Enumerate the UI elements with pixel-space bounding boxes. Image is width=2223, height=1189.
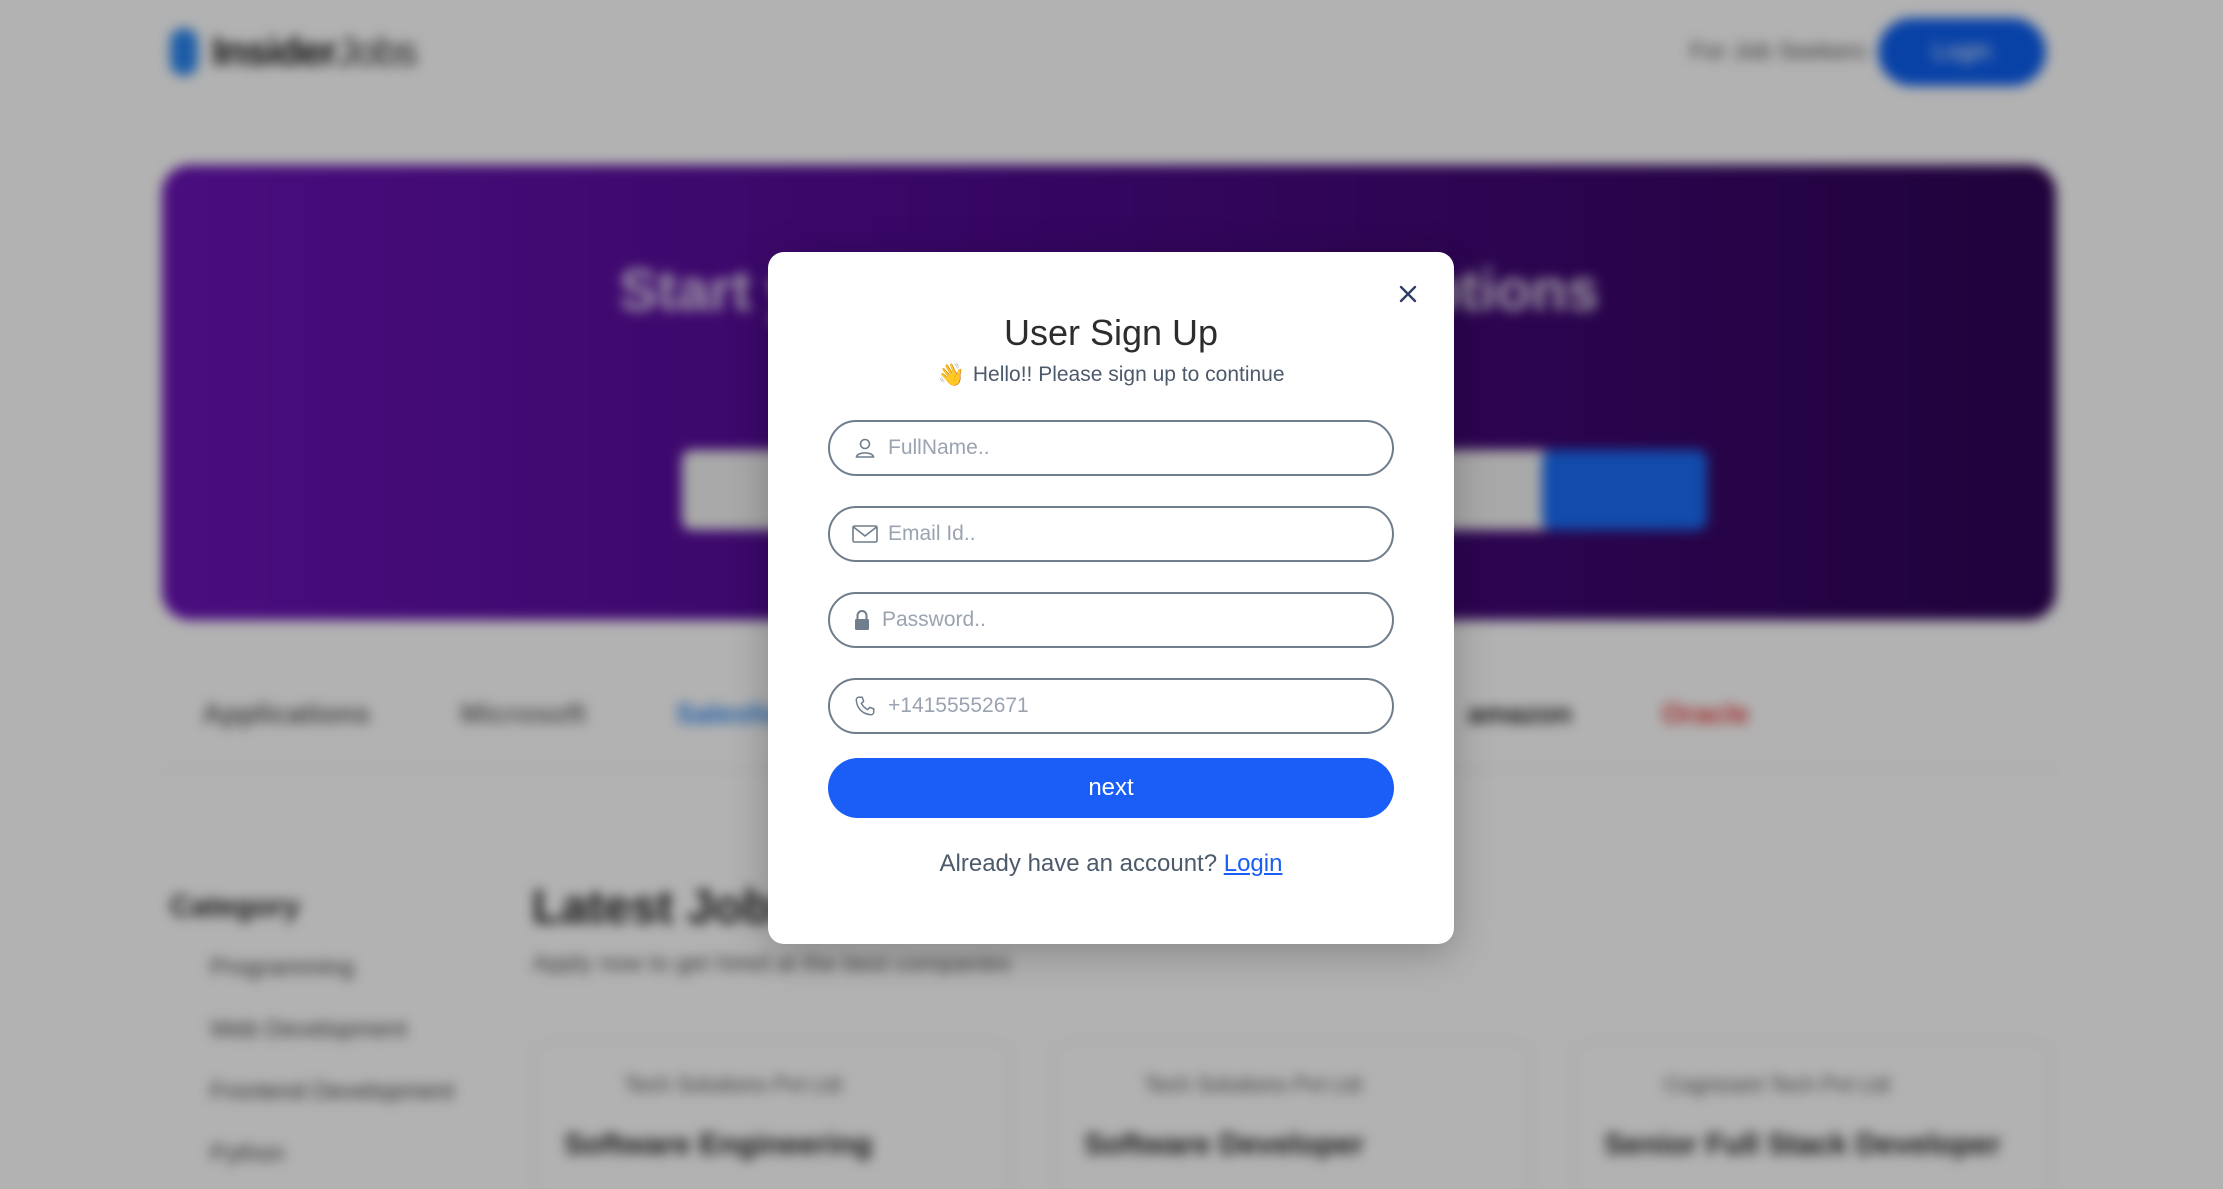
user-icon bbox=[852, 435, 878, 461]
fullname-input[interactable] bbox=[888, 436, 1358, 460]
fullname-field[interactable] bbox=[828, 420, 1394, 476]
close-button[interactable] bbox=[1388, 274, 1428, 314]
next-button[interactable]: next bbox=[828, 758, 1394, 818]
modal-subtitle-text: Hello!! Please sign up to continue bbox=[972, 363, 1285, 386]
phone-input[interactable] bbox=[888, 694, 1358, 718]
modal-title: User Sign Up bbox=[1003, 312, 1219, 353]
phone-field[interactable] bbox=[828, 678, 1394, 734]
phone-icon bbox=[852, 693, 878, 719]
mail-icon bbox=[852, 521, 878, 547]
password-input[interactable] bbox=[882, 608, 1352, 632]
signup-modal: User Sign Up 👋 Hello!! Please sign up to… bbox=[768, 252, 1454, 944]
login-prompt: Already have an account? Login bbox=[768, 850, 1454, 878]
login-prompt-text: Already have an account? bbox=[939, 850, 1218, 877]
modal-subtitle: 👋 Hello!! Please sign up to continue bbox=[768, 362, 1454, 388]
close-icon bbox=[1399, 285, 1417, 303]
password-field[interactable] bbox=[828, 592, 1394, 648]
email-field[interactable] bbox=[828, 506, 1394, 562]
waving-hand-icon: 👋 bbox=[937, 362, 965, 387]
email-input[interactable] bbox=[888, 522, 1358, 546]
lock-icon bbox=[852, 607, 872, 633]
login-link[interactable]: Login bbox=[1224, 850, 1283, 877]
